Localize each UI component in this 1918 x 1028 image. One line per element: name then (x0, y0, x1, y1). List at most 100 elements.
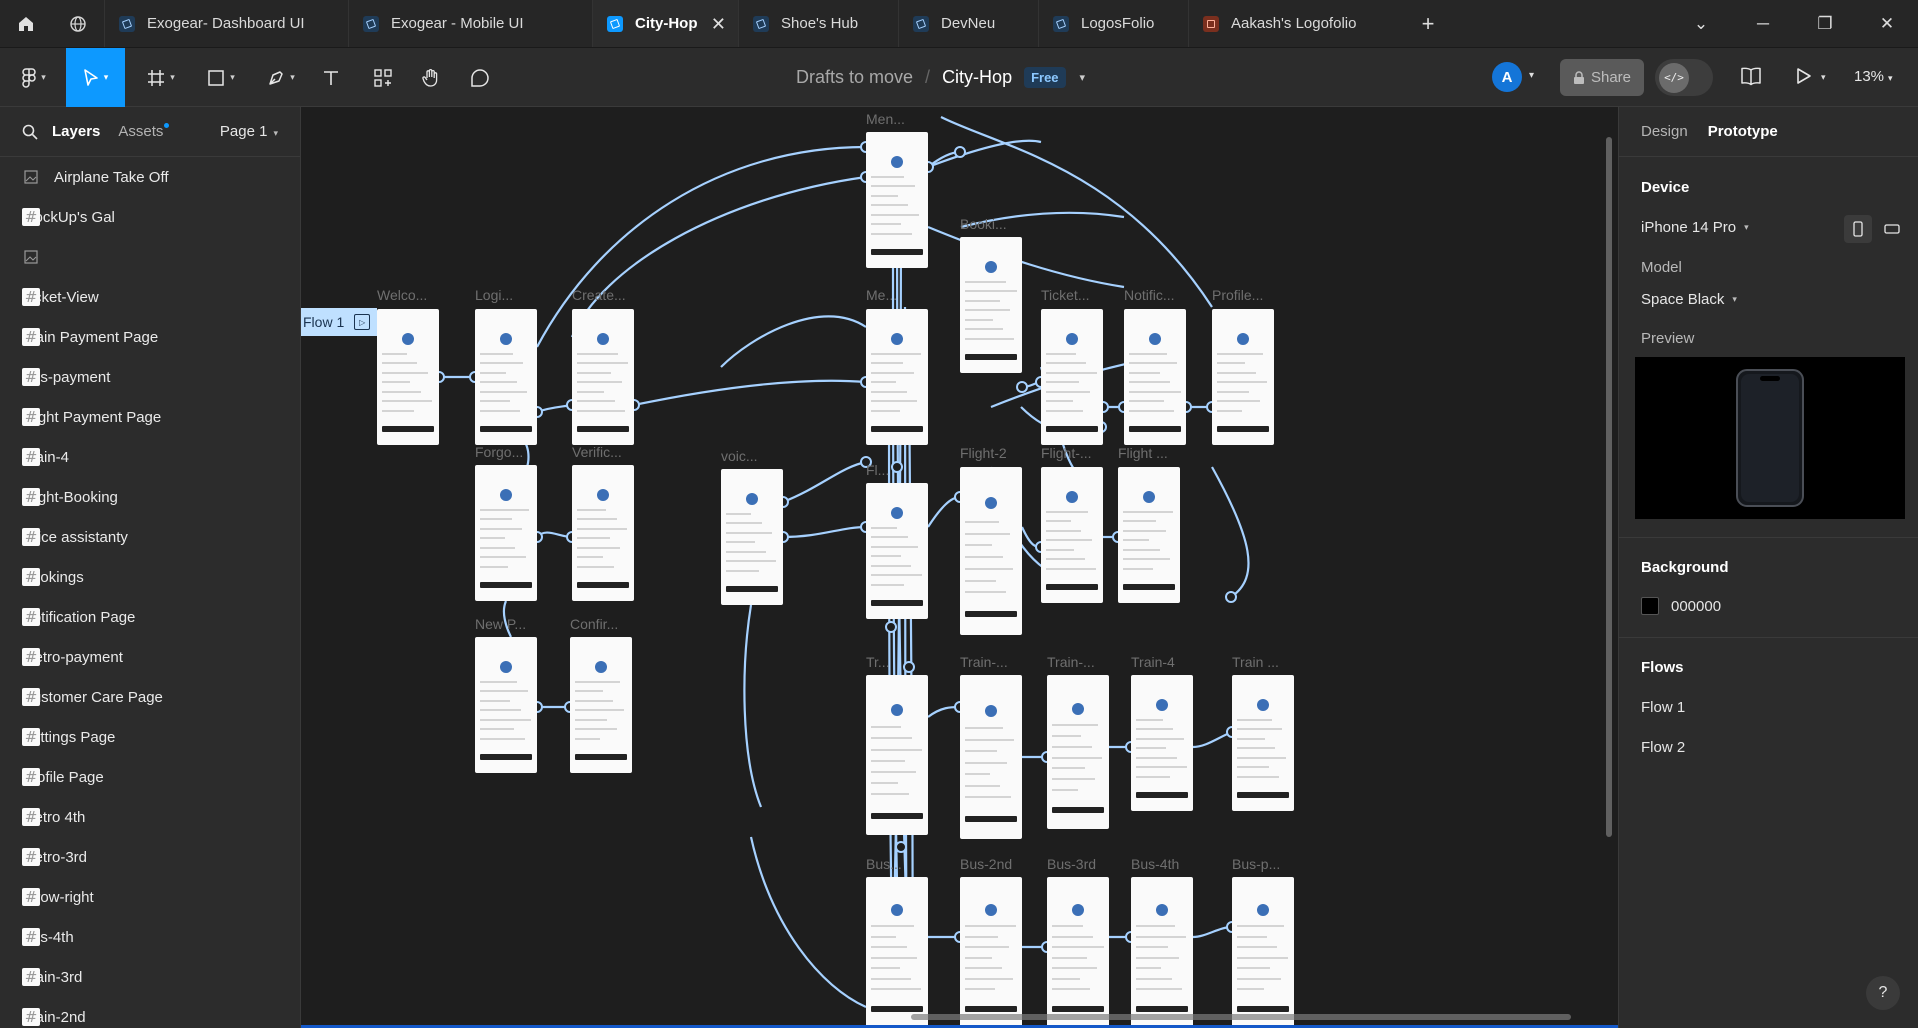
tab-aakash-logofolio[interactable]: Aakash's Logofolio (1188, 0, 1404, 47)
frame-tool-button[interactable]: ▾ (138, 48, 184, 107)
frame-title[interactable]: Bus-2nd (960, 856, 1012, 872)
prototype-connection[interactable] (743, 604, 763, 808)
color-swatch[interactable] (1641, 597, 1659, 615)
layer-item[interactable]: # Customer Care Page (0, 677, 300, 717)
frame-title[interactable]: Train-... (960, 654, 1008, 670)
screen-frame[interactable] (570, 637, 632, 773)
frame-title[interactable]: Bus-3rd (1047, 856, 1096, 872)
prototype-connection[interactable] (1192, 730, 1233, 749)
portrait-icon[interactable] (1844, 215, 1872, 243)
close-window-button[interactable]: ✕ (1856, 0, 1918, 47)
chevron-down-icon[interactable]: ▾ (1529, 70, 1534, 81)
layer-item[interactable]: # Train Payment Page (0, 317, 300, 357)
tab-design[interactable]: Design (1641, 123, 1688, 140)
prototype-connection[interactable] (927, 139, 1042, 169)
frame-title[interactable]: Verific... (572, 444, 622, 460)
screen-frame[interactable] (1232, 877, 1294, 1027)
move-tool-button[interactable]: ▾ (66, 48, 125, 107)
minimize-button[interactable]: ─ (1732, 0, 1794, 47)
frame-title[interactable]: voic... (721, 448, 758, 464)
globe-icon[interactable] (52, 0, 104, 47)
frame-title[interactable]: Fl... (866, 462, 889, 478)
close-tab-icon[interactable]: ✕ (711, 14, 726, 35)
restore-button[interactable]: ❐ (1794, 0, 1856, 47)
file-name[interactable]: City-Hop (942, 67, 1012, 88)
breadcrumb-folder[interactable]: Drafts to move (796, 67, 913, 88)
prototype-connection[interactable] (782, 525, 867, 539)
screen-frame[interactable] (866, 675, 928, 835)
frame-title[interactable]: Logi... (475, 287, 513, 303)
text-tool-button[interactable] (314, 48, 348, 107)
tab-devneu[interactable]: DevNeu (898, 0, 1038, 47)
layer-item[interactable]: # Metro-3rd (0, 837, 300, 877)
background-hex[interactable]: 000000 (1671, 598, 1721, 615)
frame-title[interactable]: Forgo... (475, 444, 523, 460)
layer-item[interactable]: # Profile Page (0, 757, 300, 797)
frame-title[interactable]: New P... (475, 616, 526, 632)
device-select[interactable]: iPhone 14 Pro ▾ (1619, 219, 1771, 236)
play-icon[interactable]: ▷ (354, 314, 371, 330)
background-color-field[interactable]: 000000 (1619, 597, 1743, 615)
screen-frame[interactable] (1124, 309, 1186, 445)
frame-title[interactable]: Train-4 (1131, 654, 1175, 670)
layer-item[interactable]: # Train-2nd (0, 997, 300, 1028)
pen-tool-button[interactable]: ▾ (258, 48, 304, 107)
screen-frame[interactable] (1118, 467, 1180, 603)
screen-frame[interactable] (1041, 467, 1103, 603)
layer-item[interactable]: # Metro-payment (0, 637, 300, 677)
tab-exogear-dashboard[interactable]: Exogear- Dashboard UI (104, 0, 348, 47)
frame-title[interactable]: Welco... (377, 287, 427, 303)
screen-frame[interactable] (1212, 309, 1274, 445)
chevron-down-icon[interactable]: ▾ (1821, 72, 1826, 83)
landscape-icon[interactable] (1878, 215, 1906, 243)
screen-frame[interactable] (960, 467, 1022, 635)
screen-frame[interactable] (866, 132, 928, 268)
layer-item[interactable]: # voice assistanty (0, 517, 300, 557)
screen-frame[interactable] (866, 877, 928, 1027)
screen-frame[interactable] (1232, 675, 1294, 811)
frame-title[interactable]: Bus-p... (1232, 856, 1280, 872)
layer-item[interactable]: # Train-4 (0, 437, 300, 477)
screen-frame[interactable] (475, 637, 537, 773)
connection-node[interactable] (895, 841, 907, 853)
tab-exogear-mobile[interactable]: Exogear - Mobile UI (348, 0, 592, 47)
screen-frame[interactable] (866, 483, 928, 619)
screen-frame[interactable] (1047, 675, 1109, 829)
screen-frame[interactable] (1047, 877, 1109, 1027)
layer-item[interactable]: # arrow-right (0, 877, 300, 917)
tab-prototype[interactable]: Prototype (1708, 123, 1778, 140)
screen-frame[interactable] (572, 309, 634, 445)
frame-title[interactable]: Ticket... (1041, 287, 1090, 303)
design-canvas[interactable]: Welco... Logi... Create... Forgo... Verific.… (301, 107, 1618, 1028)
zoom-menu[interactable]: 13% ▾ (1854, 68, 1893, 85)
frame-title[interactable]: Train ... (1232, 654, 1279, 670)
screen-frame[interactable] (866, 309, 928, 445)
connection-node[interactable] (1225, 591, 1237, 603)
model-select[interactable]: Space Black ▾ (1619, 291, 1759, 308)
frame-title[interactable]: Tr... (866, 654, 890, 670)
layer-item[interactable]: # Flight Payment Page (0, 397, 300, 437)
tab-city-hop[interactable]: City-Hop ✕ (592, 0, 738, 47)
page-selector[interactable]: Page 1 ▾ (220, 123, 278, 140)
device-preview[interactable] (1635, 357, 1905, 519)
hand-tool-button[interactable] (414, 48, 448, 107)
prototype-connection[interactable] (749, 836, 867, 1009)
tab-assets[interactable]: Assets (118, 123, 170, 140)
tab-logosfolio[interactable]: LogosFolio (1038, 0, 1188, 47)
connection-node[interactable] (1016, 381, 1028, 393)
screen-frame[interactable] (572, 465, 634, 601)
frame-title[interactable]: Flight-2 (960, 445, 1007, 461)
frame-title[interactable]: Train-... (1047, 654, 1095, 670)
prototype-connection[interactable] (927, 495, 961, 528)
frame-title[interactable]: Profile... (1212, 287, 1263, 303)
prototype-connection[interactable] (782, 460, 867, 504)
screen-frame[interactable] (1131, 675, 1193, 811)
layer-item[interactable]: # Ticket-View (0, 277, 300, 317)
layer-item[interactable]: # Bus-payment (0, 357, 300, 397)
frame-title[interactable]: Create... (572, 287, 626, 303)
library-button[interactable] (1740, 66, 1762, 91)
tab-shoes-hub[interactable]: Shoe's Hub (738, 0, 898, 47)
frame-title[interactable]: Men... (866, 111, 905, 127)
layer-item[interactable]: # Bus-4th (0, 917, 300, 957)
frame-title[interactable]: Flight ... (1118, 445, 1168, 461)
